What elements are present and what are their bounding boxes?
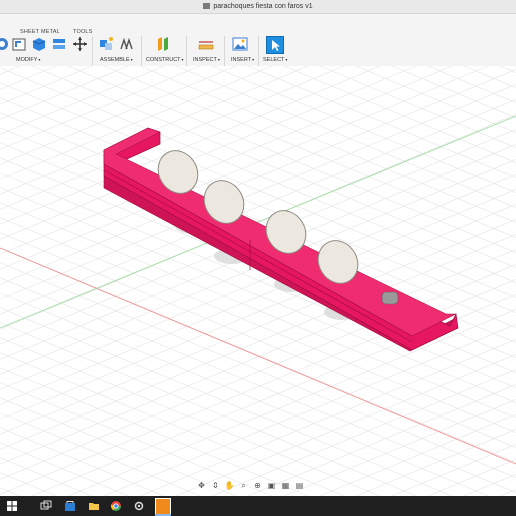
file-explorer-icon[interactable] [88,500,100,512]
document-title: parachoques fiesta con faros v1 [0,0,516,13]
orbit-icon[interactable]: ✥ [196,481,207,491]
new-component-icon[interactable] [98,36,114,52]
zoom-icon[interactable]: ⌕ [238,481,249,491]
navigation-bar: ✥ ⇕ ✋ ⌕ ⊕ ▣ ▦ ▤ [196,480,305,492]
ribbon-toolbar: SHEET METAL TOOLS MODIFY▾ ASSEMBLE▾ CONS… [0,14,516,68]
bumper-edge-line [103,169,413,343]
modify-menu[interactable]: MODIFY▾ [16,57,40,63]
joint-icon[interactable] [118,36,134,52]
shell-icon[interactable] [31,36,47,52]
insert-menu[interactable]: INSERT▾ [231,57,254,63]
move-icon[interactable] [72,36,88,52]
select-cursor-icon[interactable] [266,36,284,54]
display-icon[interactable]: ▣ [266,481,277,491]
grid-icon[interactable]: ▦ [280,481,291,491]
toolbar-separator [141,36,142,68]
press-pull-icon[interactable] [0,36,10,52]
windows-start-icon[interactable] [6,500,18,512]
toolbar-separator [224,36,225,68]
select-menu[interactable]: SELECT▾ [263,57,287,63]
canvas-viewport[interactable] [0,66,516,496]
combine-icon[interactable] [51,36,67,52]
zoom-window-icon[interactable]: ⊕ [252,481,263,491]
settings-icon[interactable] [133,500,145,512]
inspect-menu[interactable]: INSPECT▾ [193,57,220,63]
measure-icon[interactable] [198,36,214,52]
fillet-icon[interactable] [11,36,27,52]
task-view-icon[interactable] [40,500,52,512]
document-icon [203,3,211,9]
store-icon[interactable] [64,500,76,512]
mount-peg [381,291,399,305]
tools-tab-label[interactable]: TOOLS [73,29,93,35]
toolbar-separator [258,36,259,68]
hand-icon[interactable]: ✋ [224,481,235,491]
construct-menu[interactable]: CONSTRUCT▾ [146,57,184,63]
offset-plane-icon[interactable] [155,36,171,52]
viewports-icon[interactable]: ▤ [294,481,305,491]
toolbar-separator [186,36,187,68]
chrome-icon[interactable] [110,500,122,512]
assemble-menu[interactable]: ASSEMBLE▾ [100,57,133,63]
title-bar: parachoques fiesta con faros v1 [0,0,516,14]
toolbar-separator [92,36,93,68]
pan-icon[interactable]: ⇕ [210,481,221,491]
windows-taskbar [0,496,516,516]
document-title-text: parachoques fiesta con faros v1 [213,3,313,10]
sheet-metal-tab-label[interactable]: SHEET METAL [20,29,60,35]
insert-image-icon[interactable] [232,36,248,52]
